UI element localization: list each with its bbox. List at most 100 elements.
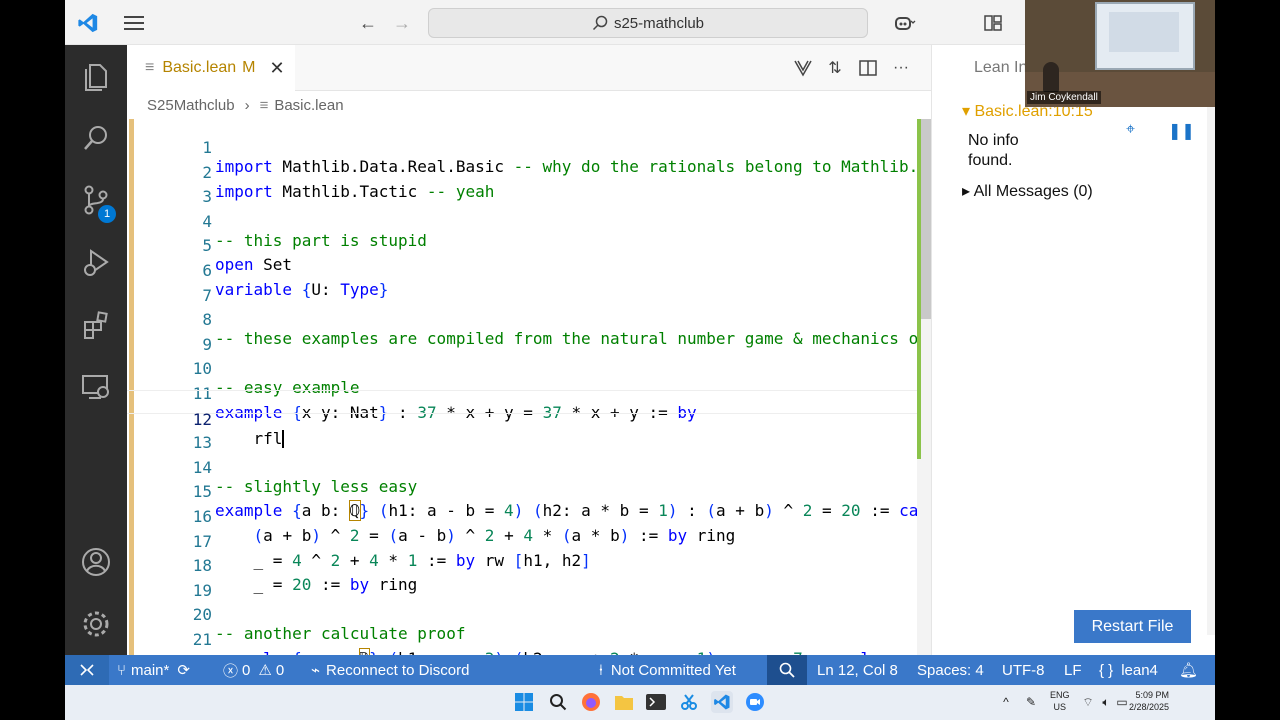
account-icon[interactable] [65, 537, 127, 587]
code-editor[interactable]: 1 import Mathlib.Data.Real.Basic -- why … [127, 119, 931, 655]
file-lines-icon: ≡ [145, 59, 155, 76]
breadcrumb-folder[interactable]: S25Mathclub [147, 97, 235, 114]
lang-bottom: US [1053, 702, 1067, 712]
search-icon [592, 15, 608, 31]
remote-icon[interactable] [65, 655, 109, 685]
forward-icon[interactable]: → [389, 10, 415, 36]
close-icon[interactable]: ✕ [270, 58, 285, 79]
language-indicator[interactable]: ENG US [1050, 689, 1070, 713]
snipping-tool-icon[interactable] [678, 691, 700, 713]
clock[interactable]: 5:09 PM 2/28/2025 [1127, 689, 1169, 713]
firefox-icon[interactable] [580, 691, 602, 713]
run-debug-icon[interactable] [65, 238, 127, 288]
code-line[interactable]: 9 [127, 316, 931, 354]
menu-icon[interactable] [121, 10, 147, 36]
commit-label: Not Committed Yet [610, 661, 736, 679]
breadcrumb-file[interactable]: Basic.lean [274, 97, 343, 114]
encoding[interactable]: UTF-8 [1002, 655, 1045, 685]
git-branch-item[interactable]: ⑂ main* ⟳ [117, 655, 190, 685]
pen-icon[interactable]: ✎ [1020, 691, 1042, 713]
code-line[interactable]: 16 (a + b) ^ 2 = (a - b) ^ 2 + 4 * (a * … [127, 488, 931, 545]
file-explorer-icon[interactable] [613, 691, 635, 713]
code-line[interactable]: 22 r = r + 2 * s - 2 * s := by ring [127, 636, 931, 656]
search-icon[interactable] [65, 113, 127, 163]
status-bar: ⑂ main* ⟳ ⓧ 0 ⚠ 0 ⌁ Reconnect to Discord… [65, 655, 1215, 685]
windows-start-icon[interactable] [513, 691, 535, 713]
code-line[interactable]: 2 import Mathlib.Tactic -- yeah [127, 144, 931, 201]
remote-explorer-icon[interactable] [65, 362, 127, 412]
commit-item[interactable]: ⍿ Not Committed Yet [599, 655, 736, 685]
all-messages-header[interactable]: ▸ All Messages (0) [962, 181, 1093, 201]
compare-changes-icon[interactable]: ⇅ [823, 57, 847, 79]
code-line[interactable]: 1 import Mathlib.Data.Real.Basic -- why … [127, 119, 931, 176]
settings-gear-icon[interactable] [65, 599, 127, 649]
discord-item[interactable]: ⌁ Reconnect to Discord [311, 655, 469, 685]
code-line[interactable]: 6 variable {U: Type} [127, 242, 931, 299]
code-line[interactable]: 8 -- these examples are compiled from th… [127, 291, 931, 348]
code-line[interactable]: 15 example {a b: ℚ} (h1: a - b = 4) (h2:… [127, 463, 931, 522]
vscode-window: ← → s25-mathclub 1 ≡ Basic.lean M ✕ ⇅ ··… [65, 0, 1215, 720]
panel-scrollbar[interactable] [1207, 105, 1215, 635]
language-mode[interactable]: { } lean4 [1099, 655, 1158, 685]
tab-modified-badge: M [242, 59, 256, 76]
terminal-icon[interactable] [645, 691, 667, 713]
cursor-position[interactable]: Ln 12, Col 8 [817, 655, 898, 685]
code-line[interactable]: 7 [127, 267, 931, 305]
search-text: s25-mathclub [613, 14, 705, 32]
code-line[interactable]: 4 -- this part is stupid [127, 193, 931, 250]
split-editor-icon[interactable] [856, 57, 880, 79]
code-line[interactable]: 18 _ = 20 := by ring [127, 537, 931, 594]
zoom-search-icon[interactable] [767, 655, 807, 685]
source-control-badge: 1 [98, 205, 116, 223]
command-center-search[interactable]: s25-mathclub [428, 8, 868, 38]
clock-time: 5:09 PM [1135, 690, 1169, 700]
copilot-icon[interactable] [885, 10, 925, 36]
pin-icon[interactable]: ⌖ [1126, 121, 1135, 139]
notifications-bell-icon[interactable]: 🔔︎ [1179, 655, 1198, 685]
git-branch-icon: ⑂ [117, 661, 127, 679]
search-icon[interactable] [547, 691, 569, 713]
code-line[interactable]: 11 example {x y: Nat} : 37 * x + y = 37 … [127, 365, 931, 422]
file-lines-icon: ≡ [259, 96, 269, 114]
show-hidden-icons-icon[interactable]: ^ [995, 691, 1017, 713]
minimap-change-marker [917, 119, 921, 459]
git-commit-icon: ⍿ [599, 661, 603, 679]
tab-basic-lean[interactable]: ≡ Basic.lean M ✕ [127, 45, 295, 91]
back-icon[interactable]: ← [355, 10, 381, 36]
layout-icon[interactable] [980, 10, 1006, 36]
vscode-icon[interactable] [711, 691, 733, 713]
restart-file-button[interactable]: Restart File [1074, 610, 1191, 643]
code-line[interactable]: 20 -- another calculate proof [127, 586, 931, 643]
projector-screen [1095, 2, 1195, 70]
line-ending[interactable]: LF [1064, 655, 1082, 685]
lean-infoview-panel: Lean Infoview ▾ Basic.lean:10:15 ⌖ ❚❚ ↻ … [931, 45, 1215, 655]
activity-bar: 1 [65, 45, 127, 655]
braces-icon: { } [1099, 661, 1114, 679]
webcam-overlay: Jim Coykendall [1025, 0, 1215, 107]
code-line[interactable]: 5 open Set [127, 217, 931, 274]
discord-label: Reconnect to Discord [326, 661, 470, 679]
pause-icon[interactable]: ❚❚ [1168, 121, 1195, 141]
code-line-current[interactable]: 12 rfl [127, 389, 931, 449]
code-line[interactable]: 3 [127, 168, 931, 206]
windows-taskbar: ^ ✎ ENG US ⌔ 🔈︎ ▭ 5:09 PM 2/28/2025 [65, 685, 1215, 720]
code-line[interactable]: 17 _ = 4 ^ 2 + 4 * 1 := by rw [h1, h2] [127, 513, 931, 570]
lean-infoview-icon[interactable] [791, 57, 815, 79]
code-line[interactable]: 13 [127, 414, 931, 452]
error-icon: ⓧ [223, 662, 239, 680]
code-line[interactable]: 21 example {r s : ℝ} (h1 : s = 3) (h2 : … [127, 611, 931, 655]
explorer-icon[interactable] [65, 51, 127, 101]
more-actions-icon[interactable]: ··· [889, 57, 913, 79]
zoom-icon[interactable] [744, 691, 766, 713]
code-line[interactable]: 14 -- slightly less easy [127, 439, 931, 496]
editor-scrollbar[interactable] [917, 119, 931, 655]
clock-date: 2/28/2025 [1128, 702, 1169, 712]
extensions-icon[interactable] [65, 300, 127, 350]
code-line[interactable]: 10 -- easy example [127, 340, 931, 397]
indentation[interactable]: Spaces: 4 [917, 655, 984, 685]
language-label: lean4 [1121, 661, 1158, 679]
code-line[interactable]: 19 [127, 562, 931, 600]
source-control-icon[interactable]: 1 [65, 175, 127, 225]
problems-item[interactable]: ⓧ 0 ⚠ 0 [223, 655, 284, 685]
error-count: 0 [242, 661, 251, 679]
